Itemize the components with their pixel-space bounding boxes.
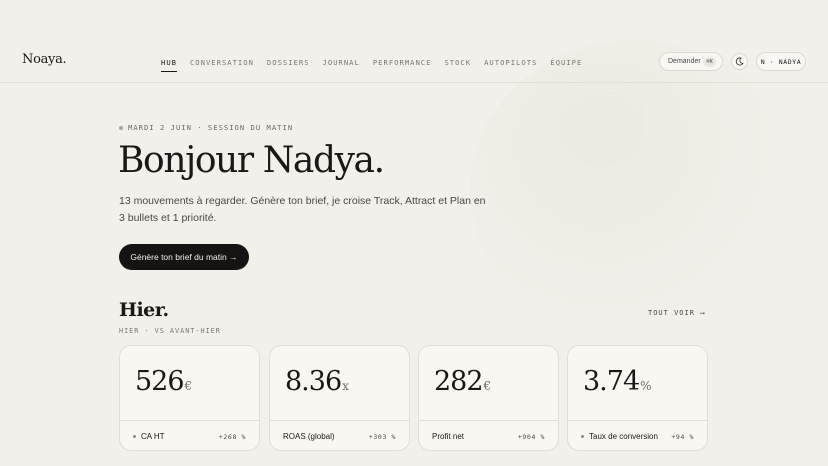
ask-button[interactable]: Demander ⌘K [659, 52, 723, 71]
kpi-card-footer: CA HT +268 % [120, 420, 259, 452]
eyebrow-dot-icon [119, 125, 123, 130]
kpi-card-conversion-rate[interactable]: 3.74% Taux de conversion +94 % [567, 345, 708, 451]
see-all-link[interactable]: TOUT VOIR ⟶ [648, 309, 705, 317]
yesterday-section-subtitle: HIER · VS AVANT-HIER [119, 327, 221, 335]
hero-subtitle: 13 mouvements à regarder. Génère ton bri… [119, 195, 486, 224]
background-dot-texture [555, 75, 645, 165]
nav-item-performance[interactable]: PERFORMANCE [373, 58, 432, 71]
nav-item-conversation[interactable]: CONVERSATION [190, 58, 254, 71]
nav-item-equipe[interactable]: ÉQUIPE [550, 58, 582, 71]
kpi-value: 3.74% [583, 366, 652, 397]
moon-icon [735, 57, 744, 66]
kpi-label: Taux de conversion [581, 432, 658, 441]
kpi-card-ca-ht[interactable]: 526€ CA HT +268 % [119, 345, 260, 451]
ask-button-label: Demander [668, 58, 701, 65]
kpi-delta: +94 % [671, 433, 694, 441]
kpi-unit: % [640, 379, 652, 393]
kpi-unit: € [184, 379, 193, 393]
nav-item-hub[interactable]: HUB [161, 58, 177, 72]
kpi-value: 526€ [135, 366, 193, 397]
hero-title: Bonjour Nadya. [118, 140, 385, 181]
kpi-card-footer: Profit net +904 % [419, 420, 558, 452]
kpi-delta: +303 % [368, 433, 396, 441]
main-nav: HUB CONVERSATION DOSSIERS JOURNAL PERFOR… [161, 58, 595, 72]
kpi-label: ROAS (global) [283, 432, 335, 441]
status-dot-icon [133, 435, 136, 438]
kpi-delta: +268 % [218, 433, 246, 441]
kpi-label: Profit net [432, 432, 465, 441]
hero-eyebrow-text: MARDI 2 JUIN · SESSION DU MATIN [128, 123, 294, 132]
brand-logo[interactable]: Noaya. [22, 52, 67, 67]
kpi-cards: 526€ CA HT +268 % 8.36x ROAS (global) +3… [119, 345, 708, 451]
theme-toggle-button[interactable] [731, 53, 748, 70]
kpi-label: CA HT [133, 432, 165, 441]
kpi-unit: € [483, 379, 492, 393]
kpi-card-footer: ROAS (global) +303 % [270, 420, 409, 452]
nav-item-dossiers[interactable]: DOSSIERS [267, 58, 310, 71]
kpi-value: 8.36x [285, 366, 349, 397]
kpi-card-roas[interactable]: 8.36x ROAS (global) +303 % [269, 345, 410, 451]
yesterday-section-title: Hier. [119, 299, 169, 321]
kpi-card-profit-net[interactable]: 282€ Profit net +904 % [418, 345, 559, 451]
kpi-card-footer: Taux de conversion +94 % [568, 420, 707, 452]
nav-item-autopilots[interactable]: AUTOPILOTS [484, 58, 537, 71]
user-menu-button[interactable]: N · NADYA [756, 52, 806, 71]
hero-eyebrow: MARDI 2 JUIN · SESSION DU MATIN [119, 123, 293, 132]
kpi-value: 282€ [434, 366, 492, 397]
ask-shortcut-badge: ⌘K [703, 57, 716, 67]
nav-item-journal[interactable]: JOURNAL [323, 58, 360, 71]
kpi-delta: +904 % [517, 433, 545, 441]
generate-brief-button[interactable]: Génère ton brief du matin → [119, 244, 249, 270]
top-bar: Noaya. HUB CONVERSATION DOSSIERS JOURNAL… [0, 0, 828, 83]
background-halo [470, 40, 800, 340]
kpi-unit: x [342, 379, 349, 393]
nav-item-stock[interactable]: STOCK [444, 58, 471, 71]
status-dot-icon [581, 435, 584, 438]
